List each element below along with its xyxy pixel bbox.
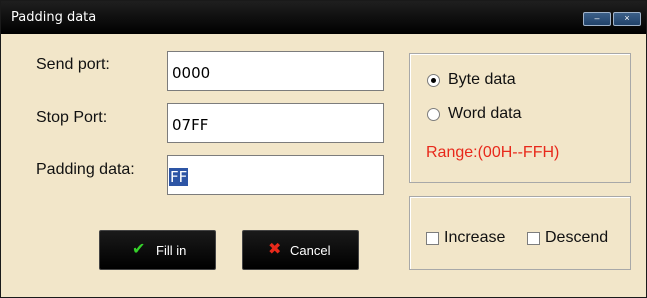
stop-port-label: Stop Port: [36,109,108,126]
data-type-group: Byte data Word data Range:(00H--FFH) [409,53,631,183]
radio-selected-dot [431,78,436,83]
window-title: Padding data [11,10,97,25]
send-port-input[interactable]: 0000 [167,51,384,91]
close-icon: × [624,13,630,23]
increase-label: Increase [444,229,506,246]
stop-port-input[interactable]: 07FF [167,103,384,143]
fill-in-label: Fill in [156,243,187,258]
padding-data-label: Padding data: [36,161,135,178]
cancel-label: Cancel [290,243,331,258]
cancel-button[interactable]: ✖ Cancel [242,230,359,270]
range-text: Range:(00H--FFH) [426,144,560,161]
padding-data-input[interactable]: FF [167,155,384,195]
close-button[interactable]: × [613,12,641,26]
padding-data-dialog: Padding data – × Send port: 0000 Stop Po… [0,0,647,298]
send-port-label: Send port: [36,56,110,73]
x-icon: ✖ [268,241,282,258]
fill-in-button[interactable]: ✔ Fill in [99,230,216,270]
stop-port-value: 07FF [172,116,209,134]
byte-data-radio[interactable] [427,74,440,87]
word-data-radio[interactable] [427,108,440,121]
options-group: Increase Descend [409,196,631,270]
check-icon: ✔ [132,241,146,258]
minimize-icon: – [594,13,600,23]
send-port-value: 0000 [172,64,211,82]
descend-checkbox[interactable] [527,232,540,245]
increase-checkbox[interactable] [426,232,439,245]
word-data-label: Word data [448,105,522,122]
minimize-button[interactable]: – [583,12,611,26]
byte-data-label: Byte data [448,71,516,88]
padding-data-value: FF [169,168,189,186]
title-bar[interactable]: Padding data – × [1,1,646,34]
descend-label: Descend [545,229,609,246]
